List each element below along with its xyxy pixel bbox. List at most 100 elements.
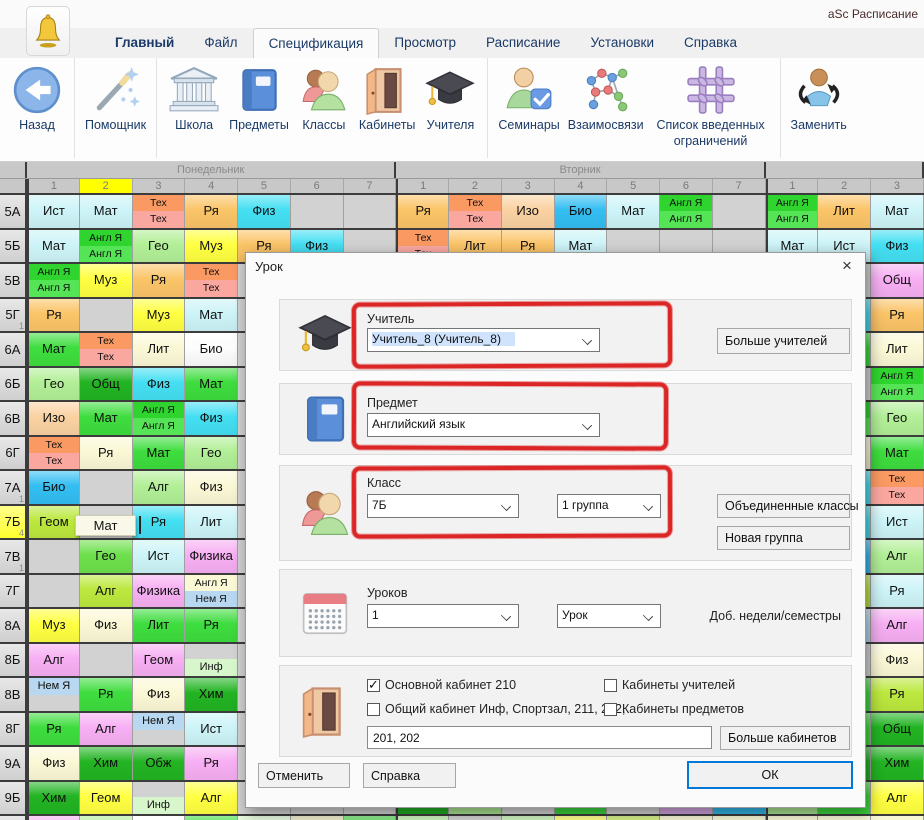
- timetable-cell[interactable]: Алг: [80, 575, 133, 608]
- period-header-1[interactable]: 1: [396, 179, 449, 193]
- class-row-label[interactable]: 8А: [0, 609, 27, 642]
- period-header-2[interactable]: 2: [80, 179, 133, 193]
- timetable-cell[interactable]: Англ ЯАнгл Я: [660, 195, 713, 228]
- toolbar-rooms-button[interactable]: Кабинеты: [355, 60, 420, 136]
- period-header-6[interactable]: 6: [660, 179, 713, 193]
- toolbar-teachers-button[interactable]: Учителя: [419, 60, 481, 136]
- timetable-cell[interactable]: Лит: [818, 195, 871, 228]
- period-header-7[interactable]: 7: [713, 179, 766, 193]
- menu-tab-5[interactable]: Установки: [575, 28, 669, 58]
- timetable-cell[interactable]: Мат: [133, 437, 186, 470]
- timetable-cell[interactable]: Алг: [27, 644, 80, 677]
- timetable-cell[interactable]: Ря: [133, 264, 186, 297]
- class-row-label[interactable]: 6А: [0, 333, 27, 366]
- timetable-cell[interactable]: Англ ЯНем Я: [185, 575, 238, 608]
- timetable-cell[interactable]: [871, 816, 924, 820]
- timetable-cell[interactable]: Гео: [871, 402, 924, 435]
- class-row-label[interactable]: 9А: [0, 747, 27, 780]
- timetable-cell[interactable]: Лит: [133, 333, 186, 366]
- timetable-cell[interactable]: Англ ЯАнгл Я: [80, 230, 133, 263]
- timetable-cell[interactable]: Мат: [80, 195, 133, 228]
- timetable-cell[interactable]: Англ ЯАнгл Я: [133, 402, 186, 435]
- checkbox-checked-icon[interactable]: [367, 679, 380, 692]
- timetable-cell[interactable]: [27, 816, 80, 820]
- checkbox-icon[interactable]: [367, 703, 380, 716]
- timetable-cell[interactable]: [766, 816, 819, 820]
- timetable-cell[interactable]: Ря: [27, 299, 80, 332]
- timetable-cell[interactable]: Инф: [185, 644, 238, 677]
- shared-room-checkbox[interactable]: Общий кабинет Инф, Спортзал, 211, 212,: [367, 702, 625, 716]
- checkbox-icon[interactable]: [604, 703, 617, 716]
- timetable-cell[interactable]: [185, 816, 238, 820]
- add-weeks-label[interactable]: Доб. недели/семестры: [710, 609, 841, 623]
- timetable-cell[interactable]: [80, 644, 133, 677]
- timetable-cell[interactable]: Физика: [133, 575, 186, 608]
- timetable-cell[interactable]: Физ: [238, 195, 291, 228]
- timetable-cell[interactable]: Ист: [871, 506, 924, 539]
- timetable-cell[interactable]: Ист: [185, 713, 238, 746]
- timetable-cell[interactable]: Гео: [27, 368, 80, 401]
- timetable-cell[interactable]: [449, 816, 502, 820]
- timetable-cell[interactable]: Мат: [80, 402, 133, 435]
- timetable-cell[interactable]: Ря: [185, 195, 238, 228]
- timetable-cell[interactable]: Муз: [185, 230, 238, 263]
- class-row-label[interactable]: 6В: [0, 402, 27, 435]
- class-row-label[interactable]: 8Г: [0, 713, 27, 746]
- timetable-cell[interactable]: Ист: [133, 540, 186, 573]
- timetable-cell[interactable]: Муз: [80, 264, 133, 297]
- timetable-cell[interactable]: Ря: [185, 747, 238, 780]
- main-room-checkbox[interactable]: Основной кабинет 210: [367, 678, 516, 692]
- timetable-cell[interactable]: Физика: [185, 540, 238, 573]
- timetable-cell[interactable]: Изо: [502, 195, 555, 228]
- joined-classes-button[interactable]: Объединенные классы: [717, 494, 850, 518]
- toolbar-seminars-button[interactable]: Семинары: [494, 60, 563, 136]
- timetable-cell[interactable]: Ря: [80, 437, 133, 470]
- timetable-cell[interactable]: Мат: [185, 368, 238, 401]
- timetable-cell[interactable]: Муз: [133, 299, 186, 332]
- timetable-cell[interactable]: [291, 195, 344, 228]
- timetable-cell[interactable]: Гео: [133, 230, 186, 263]
- new-group-button[interactable]: Новая группа: [717, 526, 850, 550]
- timetable-cell[interactable]: Общ: [871, 264, 924, 297]
- timetable-cell[interactable]: Мат: [185, 299, 238, 332]
- toolbar-subjects-button[interactable]: Предметы: [225, 60, 293, 136]
- period-header-3[interactable]: 3: [502, 179, 555, 193]
- timetable-cell[interactable]: [291, 816, 344, 820]
- timetable-cell[interactable]: ТехТех: [133, 195, 186, 228]
- dragged-lesson-card[interactable]: Мат: [75, 515, 136, 536]
- timetable-cell[interactable]: Ря: [396, 195, 449, 228]
- timetable-cell[interactable]: [555, 816, 608, 820]
- timetable-cell[interactable]: ТехТех: [80, 333, 133, 366]
- period-header-3[interactable]: 3: [871, 179, 924, 193]
- teacher-rooms-checkbox[interactable]: Кабинеты учителей: [604, 678, 735, 692]
- toolbar-constraints-button[interactable]: Список введенных ограничений: [648, 60, 774, 151]
- timetable-cell[interactable]: Мат: [871, 195, 924, 228]
- timetable-cell[interactable]: Алг: [80, 713, 133, 746]
- toolbar-replace-button[interactable]: Заменить: [787, 60, 851, 136]
- period-header-5[interactable]: 5: [238, 179, 291, 193]
- timetable-cell[interactable]: Ря: [871, 299, 924, 332]
- period-header-2[interactable]: 2: [449, 179, 502, 193]
- timetable-cell[interactable]: Физ: [133, 368, 186, 401]
- period-header-5[interactable]: 5: [607, 179, 660, 193]
- class-row-label[interactable]: 6Б: [0, 368, 27, 401]
- timetable-cell[interactable]: [80, 816, 133, 820]
- menu-tab-2[interactable]: Спецификация: [253, 28, 380, 58]
- timetable-cell[interactable]: Ря: [27, 713, 80, 746]
- period-header-3[interactable]: 3: [133, 179, 186, 193]
- cancel-button[interactable]: Отменить: [258, 763, 350, 788]
- menu-tab-0[interactable]: Главный: [100, 28, 189, 58]
- timetable-cell[interactable]: [27, 540, 80, 573]
- timetable-cell[interactable]: Лит: [185, 506, 238, 539]
- timetable-cell[interactable]: Алг: [871, 782, 924, 815]
- timetable-cell[interactable]: [713, 816, 766, 820]
- timetable-cell[interactable]: ТехТех: [449, 195, 502, 228]
- timetable-cell[interactable]: Хим: [27, 782, 80, 815]
- timetable-cell[interactable]: [818, 816, 871, 820]
- timetable-cell[interactable]: Геом: [80, 782, 133, 815]
- timetable-cell[interactable]: Общ: [871, 713, 924, 746]
- timetable-cell[interactable]: Инф: [133, 782, 186, 815]
- timetable-cell[interactable]: [80, 299, 133, 332]
- timetable-cell[interactable]: Физ: [871, 230, 924, 263]
- timetable-cell[interactable]: [607, 816, 660, 820]
